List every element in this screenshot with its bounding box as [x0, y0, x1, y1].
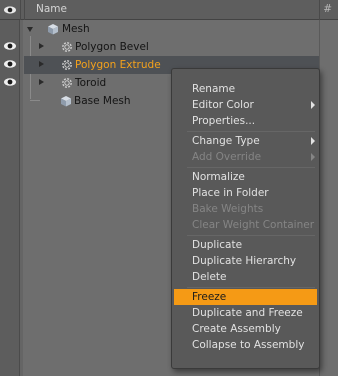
tree-item-label: Toroid [75, 77, 107, 89]
gear-icon [62, 42, 72, 52]
menu-item-label: Delete [192, 271, 227, 283]
visibility-column-header[interactable] [0, 0, 20, 20]
tree-root-mesh[interactable]: Mesh [24, 20, 319, 38]
visibility-column [0, 20, 20, 376]
menu-item-bake-weights[interactable]: Bake Weights [174, 201, 317, 217]
mesh-cube-icon [48, 24, 58, 35]
menu-item-collapse-to-assembly[interactable]: Collapse to Assembly [174, 337, 317, 353]
collapse-arrow-icon[interactable] [27, 27, 33, 32]
eye-icon[interactable] [3, 59, 17, 69]
name-column-header[interactable]: Name [36, 3, 67, 15]
expand-arrow-icon[interactable] [39, 61, 44, 67]
menu-item-label: Create Assembly [192, 323, 281, 335]
submenu-arrow-icon [311, 153, 315, 161]
menu-item-label: Place in Folder [192, 187, 269, 199]
menu-item-label: Duplicate and Freeze [192, 307, 303, 319]
menu-separator [187, 235, 315, 236]
mesh-cube-icon [61, 96, 71, 107]
lock-column [20, 20, 23, 376]
tree-item-label: Polygon Extrude [75, 59, 161, 71]
menu-item-label: Editor Color [192, 99, 254, 111]
gear-icon [62, 78, 72, 88]
menu-item-label: Add Override [192, 151, 262, 163]
tree-item-label: Mesh [62, 23, 90, 35]
eye-icon [4, 6, 16, 14]
menu-item-duplicate-and-freeze[interactable]: Duplicate and Freeze [174, 305, 317, 321]
tree-item-label: Base Mesh [74, 95, 131, 107]
menu-separator [187, 167, 315, 168]
menu-item-label: Bake Weights [192, 203, 264, 215]
menu-item-label: Change Type [192, 135, 260, 147]
submenu-arrow-icon [311, 137, 315, 145]
expand-arrow-icon[interactable] [39, 79, 44, 85]
menu-item-delete[interactable]: Delete [174, 269, 317, 285]
menu-item-label: Duplicate Hierarchy [192, 255, 297, 267]
menu-item-label: Rename [192, 83, 236, 95]
menu-item-freeze[interactable]: Freeze [174, 289, 317, 305]
menu-item-duplicate[interactable]: Duplicate [174, 237, 317, 253]
column-separator [24, 0, 25, 20]
menu-item-clear-weight-container[interactable]: Clear Weight Container [174, 217, 317, 233]
menu-item-place-in-folder[interactable]: Place in Folder [174, 185, 317, 201]
menu-item-label: Clear Weight Container [192, 219, 315, 231]
tree-guide-line [30, 100, 40, 101]
menu-item-change-type[interactable]: Change Type [174, 133, 317, 149]
menu-item-normalize[interactable]: Normalize [174, 169, 317, 185]
menu-item-duplicate-hierarchy[interactable]: Duplicate Hierarchy [174, 253, 317, 269]
expand-arrow-icon[interactable] [39, 43, 44, 49]
menu-item-label: Normalize [192, 171, 245, 183]
tree-item-label: Polygon Bevel [75, 41, 149, 53]
gear-icon [62, 60, 72, 70]
menu-separator [187, 131, 315, 132]
context-menu: Rename Editor Color Properties... Change… [171, 68, 320, 369]
tree-item-polygon-bevel[interactable]: Polygon Bevel [24, 38, 319, 56]
menu-item-create-assembly[interactable]: Create Assembly [174, 321, 317, 337]
menu-separator [187, 287, 315, 288]
menu-item-label: Properties... [192, 115, 256, 127]
list-header: Name # [0, 0, 338, 20]
eye-icon[interactable] [3, 77, 17, 87]
column-separator [319, 0, 320, 20]
menu-item-properties[interactable]: Properties... [174, 113, 317, 129]
menu-item-label: Collapse to Assembly [192, 339, 305, 351]
count-column-header[interactable]: # [323, 3, 332, 15]
eye-icon[interactable] [3, 41, 17, 51]
menu-item-add-override[interactable]: Add Override [174, 149, 317, 165]
menu-item-label: Freeze [192, 291, 227, 303]
column-separator [20, 0, 21, 20]
submenu-arrow-icon [311, 101, 315, 109]
menu-item-editor-color[interactable]: Editor Color [174, 97, 317, 113]
menu-item-rename[interactable]: Rename [174, 81, 317, 97]
menu-item-label: Duplicate [192, 239, 243, 251]
